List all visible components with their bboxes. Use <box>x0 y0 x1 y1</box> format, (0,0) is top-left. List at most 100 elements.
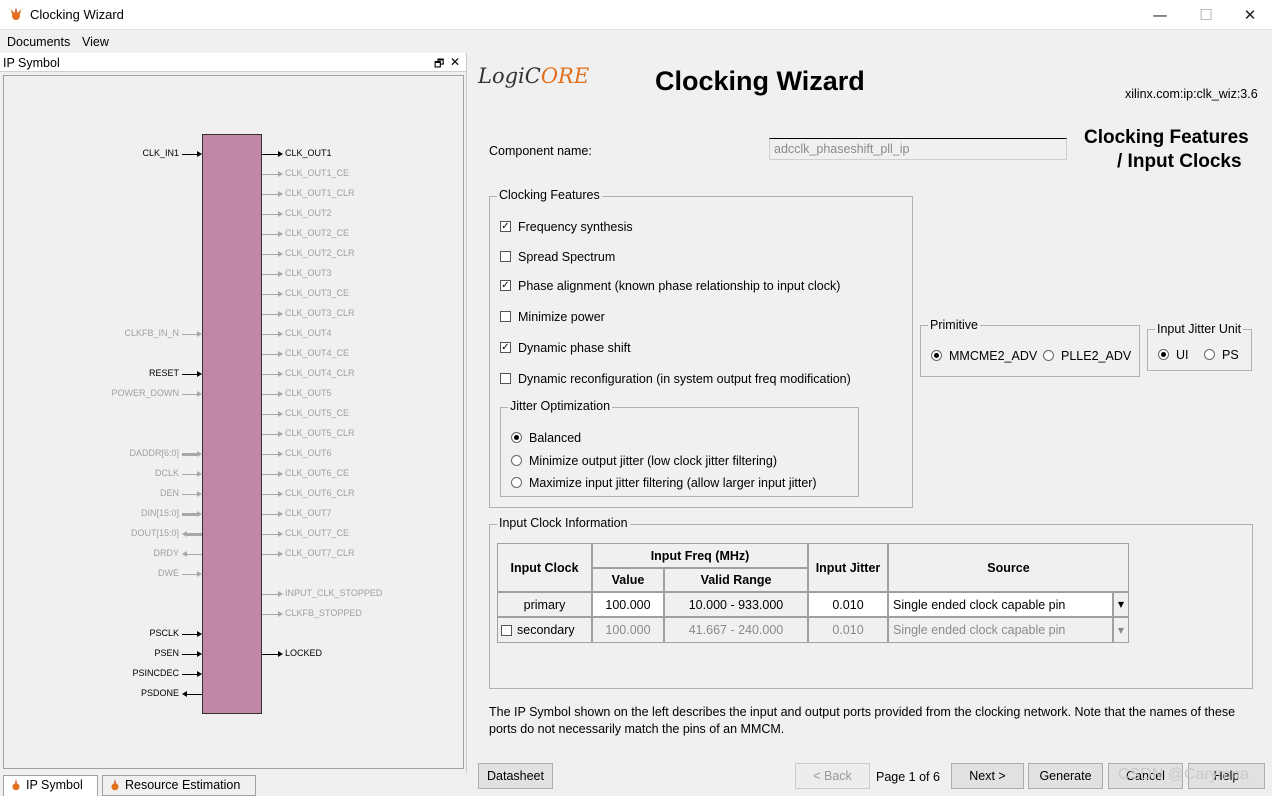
output-port-line <box>262 454 278 455</box>
input-port-label: DRDY <box>153 548 179 558</box>
secondary-jitter-input[interactable]: 0.010 <box>808 617 888 643</box>
frequency-synthesis-checkbox[interactable]: ✓ <box>500 221 511 232</box>
secondary-freq-input[interactable]: 100.000 <box>592 617 664 643</box>
output-port-line <box>262 654 278 655</box>
restore-icon[interactable]: 🗗 <box>434 55 444 74</box>
output-port-label: CLK_OUT3_CLR <box>285 308 355 318</box>
input-port-label: DCLK <box>154 468 179 478</box>
check-icon: ✓ <box>501 280 510 291</box>
ip-symbol-tab-icon <box>12 778 20 791</box>
output-port-arrow <box>278 211 283 217</box>
output-port-arrow <box>278 191 283 197</box>
menu-documents[interactable]: Documents <box>7 35 70 49</box>
maximize-input-jitter-radio[interactable] <box>511 477 522 488</box>
input-port-line <box>182 394 197 395</box>
input-port-arrow <box>197 151 202 157</box>
output-port-line <box>262 194 278 195</box>
maximize-button[interactable]: ☐ <box>1186 4 1226 26</box>
primary-source-dropdown-icon[interactable]: ▼ <box>1113 592 1129 617</box>
primary-source-select[interactable]: Single ended clock capable pin <box>888 592 1113 617</box>
header-value: Value <box>592 568 664 592</box>
plle2-radio[interactable] <box>1043 350 1054 361</box>
output-port-label: CLK_OUT7_CE <box>285 528 350 538</box>
output-port-arrow <box>278 251 283 257</box>
secondary-source-select[interactable]: Single ended clock capable pin <box>888 617 1113 643</box>
header-valid-range: Valid Range <box>664 568 808 592</box>
input-port-line <box>187 554 202 555</box>
primary-jitter-input[interactable]: 0.010 <box>808 592 888 617</box>
jitter-unit-title: Input Jitter Unit <box>1155 322 1244 336</box>
output-port-line <box>262 254 278 255</box>
secondary-clock-checkbox[interactable] <box>501 624 512 636</box>
phase-alignment-checkbox[interactable]: ✓ <box>500 280 511 291</box>
input-port-line <box>182 634 197 635</box>
panel-close-icon[interactable]: ✕ <box>450 55 460 69</box>
output-port-arrow <box>278 351 283 357</box>
dynamic-reconfig-checkbox[interactable] <box>500 373 511 384</box>
generate-button[interactable]: Generate <box>1028 763 1103 789</box>
component-name-label: Component name: <box>489 144 592 158</box>
resource-tab-icon <box>111 778 119 791</box>
input-port-label: DIN[15:0] <box>140 508 179 518</box>
check-icon: ✓ <box>501 221 510 232</box>
watermark: CSDN @Carymna <box>1118 766 1249 783</box>
secondary-source-dropdown-icon[interactable]: ▼ <box>1113 617 1129 643</box>
output-port-arrow <box>278 591 283 597</box>
output-port-arrow <box>278 331 283 337</box>
spread-spectrum-checkbox[interactable] <box>500 251 511 262</box>
output-port-arrow <box>278 451 283 457</box>
title-bar <box>0 0 1272 30</box>
tab-resource-estimation[interactable]: Resource Estimation <box>102 775 256 796</box>
dynamic-phase-shift-checkbox[interactable]: ✓ <box>500 342 511 353</box>
minimize-button[interactable]: — <box>1140 4 1180 26</box>
next-button[interactable]: Next > <box>951 763 1024 789</box>
mmcme2-radio[interactable] <box>931 350 942 361</box>
output-port-arrow <box>278 271 283 277</box>
output-port-label: CLK_OUT1 <box>285 148 332 158</box>
input-port-line <box>182 154 197 155</box>
input-port-arrow <box>197 491 202 497</box>
ip-block <box>202 134 262 714</box>
tab-ip-symbol[interactable]: IP Symbol <box>3 775 98 796</box>
ui-label: UI <box>1176 348 1189 362</box>
output-port-line <box>262 614 278 615</box>
clocking-features-title: Clocking Features <box>497 188 602 202</box>
output-port-line <box>262 514 278 515</box>
input-port-label: DOUT[15:0] <box>130 528 179 538</box>
output-port-label: CLK_OUT1_CLR <box>285 188 355 198</box>
primitive-title: Primitive <box>928 318 980 332</box>
component-name-input[interactable] <box>769 138 1067 160</box>
input-port-line <box>187 533 202 536</box>
input-port-arrow <box>197 451 202 457</box>
minimize-output-jitter-radio[interactable] <box>511 455 522 466</box>
secondary-valid-range: 41.667 - 240.000 <box>664 617 808 643</box>
output-port-arrow <box>278 231 283 237</box>
output-port-arrow <box>278 391 283 397</box>
output-port-arrow <box>278 651 283 657</box>
spread-spectrum-label: Spread Spectrum <box>518 250 616 264</box>
input-port-label: POWER_DOWN <box>111 388 180 398</box>
output-port-arrow <box>278 171 283 177</box>
minimize-power-checkbox[interactable] <box>500 311 511 322</box>
output-port-line <box>262 494 278 495</box>
ps-radio[interactable] <box>1204 349 1215 360</box>
output-port-arrow <box>278 531 283 537</box>
input-port-line <box>187 694 202 695</box>
close-button[interactable]: ✕ <box>1230 4 1270 26</box>
header-source: Source <box>888 543 1129 592</box>
input-port-label: RESET <box>148 368 179 378</box>
input-port-arrow <box>197 471 202 477</box>
output-port-label: LOCKED <box>285 648 323 658</box>
check-icon: ✓ <box>501 342 510 353</box>
back-button[interactable]: < Back <box>795 763 870 789</box>
datasheet-button[interactable]: Datasheet <box>478 763 553 789</box>
menu-view[interactable]: View <box>82 35 109 49</box>
input-port-arrow <box>197 671 202 677</box>
input-port-arrow <box>197 571 202 577</box>
input-port-label: DADDR[6:0] <box>129 448 179 458</box>
primary-freq-input[interactable]: 100.000 <box>592 592 664 617</box>
ui-radio[interactable] <box>1158 349 1169 360</box>
ps-label: PS <box>1222 348 1239 362</box>
balanced-radio[interactable] <box>511 432 522 443</box>
output-port-label: CLK_OUT6 <box>285 448 332 458</box>
